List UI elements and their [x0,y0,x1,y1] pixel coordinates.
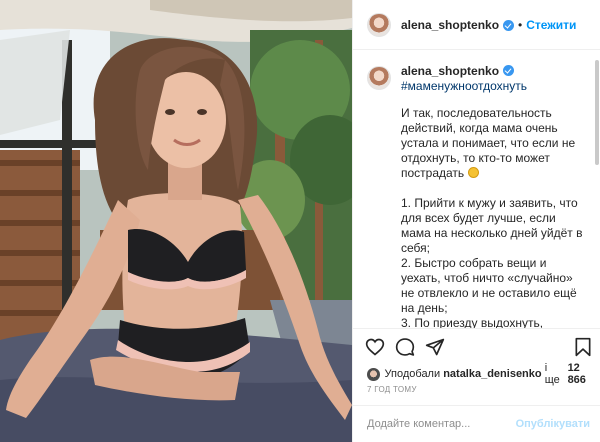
post-timestamp[interactable]: 7 ГОД ТОМУ [367,385,417,394]
caption-avatar[interactable] [367,66,391,90]
likes-middle: і ще [544,362,560,386]
post-comment-button[interactable]: Опублікувати [516,418,590,430]
caption-scrollbar[interactable] [595,60,599,165]
caption-hashtag[interactable]: #маменужноотдохнуть [401,79,527,94]
likes-count[interactable]: 12 866 [568,362,600,386]
post-side-panel: alena_shoptenko • Стежити alena_shoptenk… [352,0,600,442]
likes-prefix: Уподобали [384,368,441,380]
caption-list: 1. Прийти к мужу и заявить, что для всех… [401,196,583,328]
caption-text: И так, последовательность действий, когд… [401,106,586,328]
post-photo[interactable] [0,0,352,442]
verified-badge-icon [503,20,515,31]
caption-intro: И так, последовательность действий, когд… [401,106,576,180]
action-bar [353,328,600,364]
bookmark-icon[interactable] [573,337,593,357]
comment-input[interactable] [367,418,516,430]
heart-icon[interactable] [365,337,385,357]
verified-badge-icon [503,65,515,76]
likes-line: Уподобали natalka_denisenko і ще 12 866 [367,362,600,386]
caption-header: alena_shoptenko #маменужноотдохнуть [367,64,586,94]
post-header: alena_shoptenko • Стежити [353,0,600,50]
liker-username[interactable]: natalka_denisenko [443,368,541,380]
caption-meta: alena_shoptenko #маменужноотдохнуть [401,64,527,94]
caption-scroll-area[interactable]: alena_shoptenko #маменужноотдохнуть И та… [353,50,600,328]
comment-box: Опублікувати [353,405,600,442]
caption-username[interactable]: alena_shoptenko [401,64,499,78]
instagram-post: alena_shoptenko • Стежити alena_shoptenk… [0,0,600,442]
comment-icon[interactable] [395,337,415,357]
follow-button[interactable]: Стежити [526,18,576,32]
smile-emoji-icon [467,167,479,178]
header-separator: • [518,17,523,32]
author-username[interactable]: alena_shoptenko [401,18,499,32]
liker-avatar[interactable] [367,367,380,381]
share-icon[interactable] [425,337,445,357]
author-avatar[interactable] [367,12,391,37]
photo-illustration [0,0,352,442]
